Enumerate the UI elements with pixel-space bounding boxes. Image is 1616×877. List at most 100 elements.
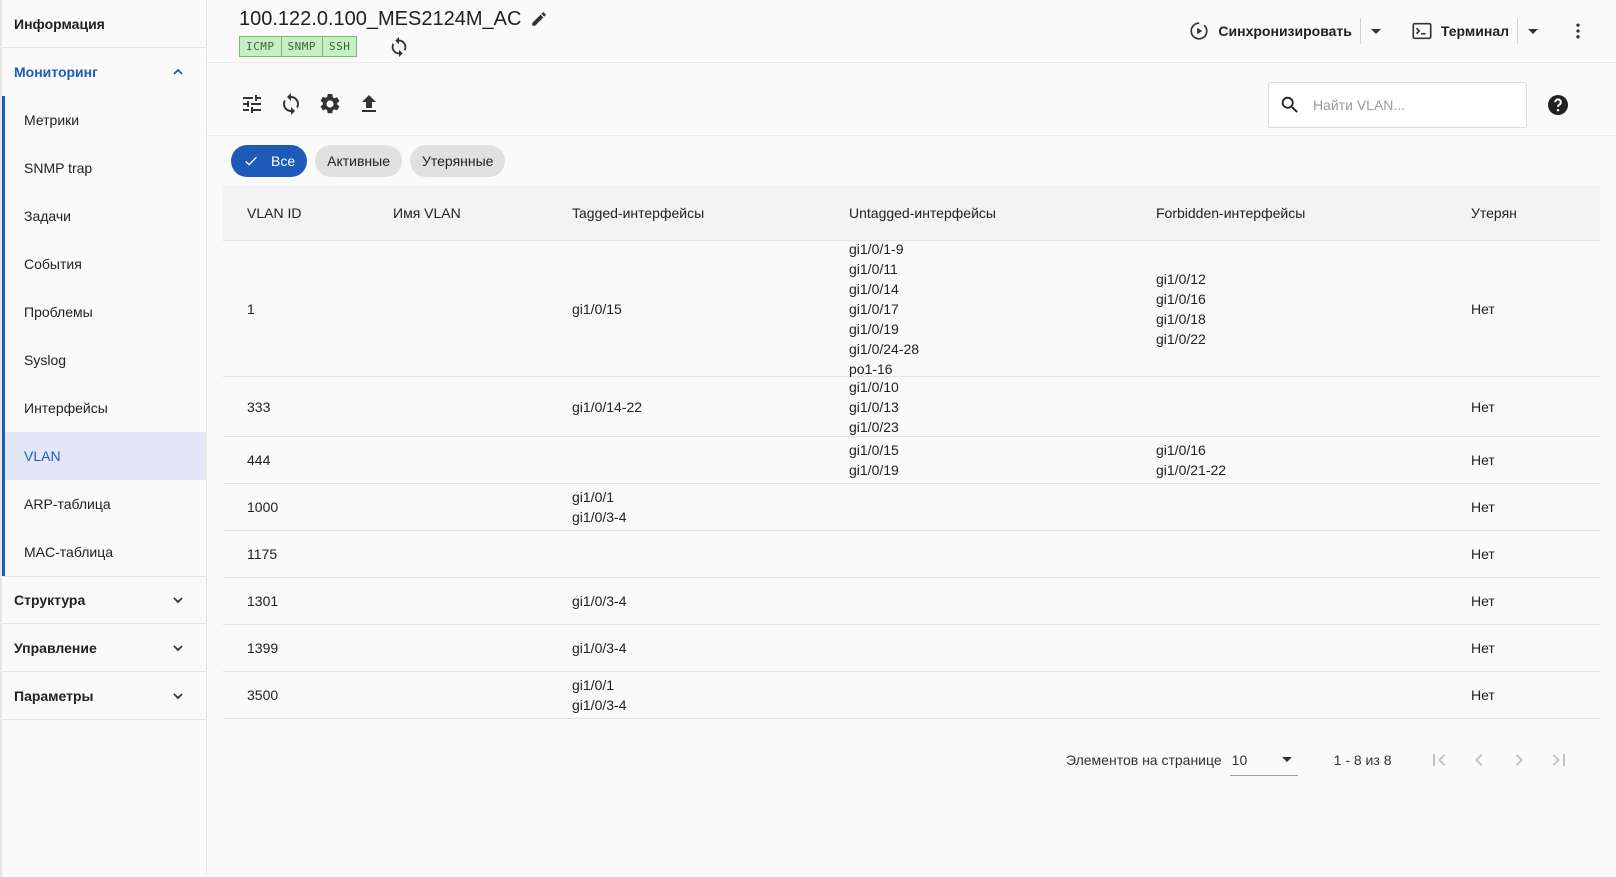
vlan-search-box — [1268, 82, 1527, 128]
cell-tagged: gi1/0/3-4 — [572, 591, 849, 611]
vlan-search-input[interactable] — [1313, 97, 1503, 113]
device-header: 100.122.0.100_MES2124M_AC ICMP SNMP SSH … — [207, 0, 1616, 63]
chevron-down-icon — [173, 644, 183, 651]
cell-vlan-id: 1175 — [247, 546, 278, 562]
sidebar-section-monitoring[interactable]: Мониторинг — [2, 48, 206, 96]
cell-lost: Нет — [1471, 300, 1495, 317]
cell-vlan-id: 1301 — [247, 593, 279, 609]
caret-down-icon — [1370, 28, 1381, 34]
cell-forbidden: gi1/0/16 gi1/0/21-22 — [1156, 440, 1471, 480]
interface-entry: gi1/0/3-4 — [572, 640, 627, 656]
cell-tagged: gi1/0/15 — [572, 299, 849, 319]
column-header-lost[interactable]: Утерян — [1471, 205, 1600, 221]
column-header-tagged[interactable]: Tagged-интерфейсы — [572, 205, 849, 221]
more-vert-icon[interactable] — [1568, 21, 1588, 41]
column-header-forbidden[interactable]: Forbidden-интерфейсы — [1156, 205, 1471, 221]
sidebar-section-structure[interactable]: Структура — [2, 576, 206, 624]
table-row[interactable]: 1 gi1/0/15 gi1/0/1-9 gi1/0/11 gi1/0/14 gi1/0/… — [223, 241, 1600, 377]
table-row[interactable]: 333 gi1/0/14-22 gi1/0/10 gi1/0/13 gi1/0/23 Не… — [223, 377, 1600, 437]
caret-down-icon — [1281, 757, 1292, 762]
vlan-table: VLAN ID Имя VLAN Tagged-интерфейсы Untag… — [223, 186, 1600, 719]
interface-entry: gi1/0/22 — [1156, 330, 1206, 347]
refresh-status-icon[interactable] — [388, 36, 410, 58]
gear-icon[interactable] — [318, 92, 342, 116]
pagination: Элементов на странице 10 1 - 8 из 8 — [1066, 744, 1571, 776]
page-nav — [1427, 748, 1571, 772]
table-row[interactable]: 444 gi1/0/15 gi1/0/19 gi1/0/16 gi1/0/21-22 Не… — [223, 437, 1600, 484]
sidebar-item-arp-таблица[interactable]: ARP-таблица — [5, 480, 206, 528]
sidebar-item-syslog[interactable]: Syslog — [5, 336, 206, 384]
interface-entry: gi1/0/13 — [849, 398, 899, 415]
interface-entry: gi1/0/23 — [849, 418, 899, 435]
first-page-icon[interactable] — [1427, 748, 1451, 772]
table-row[interactable]: 1000 gi1/0/1 gi1/0/3-4 Нет — [223, 484, 1600, 531]
cell-untagged: gi1/0/10 gi1/0/13 gi1/0/23 — [849, 377, 1156, 437]
interface-entry: gi1/0/15 — [849, 442, 899, 458]
edit-icon[interactable] — [530, 10, 548, 28]
table-row[interactable]: 1301 gi1/0/3-4 Нет — [223, 578, 1600, 625]
cell-untagged: gi1/0/1-9 gi1/0/11 gi1/0/14 gi1/0/17 gi1/0/1… — [849, 239, 1156, 379]
sidebar-section-label: Мониторинг — [14, 64, 98, 80]
help-icon[interactable] — [1546, 93, 1570, 117]
cell-lost: Нет — [1471, 499, 1495, 515]
interface-entry: gi1/0/21-22 — [1156, 462, 1227, 478]
terminal-icon — [1412, 22, 1432, 40]
divider — [1517, 18, 1518, 44]
interface-entry: gi1/0/18 — [1156, 310, 1206, 327]
next-page-icon[interactable] — [1507, 748, 1531, 772]
filter-chip-all[interactable]: Все — [231, 145, 308, 177]
sidebar-item-интерфейсы[interactable]: Интерфейсы — [5, 384, 206, 432]
cell-vlan-id: 1399 — [247, 640, 279, 656]
per-page-label: Элементов на странице — [1066, 752, 1222, 768]
terminal-button[interactable]: Терминал — [1411, 20, 1509, 42]
sync-dropdown-toggle[interactable] — [1370, 16, 1387, 46]
sidebar-item-события[interactable]: События — [5, 240, 206, 288]
sidebar-section-management[interactable]: Управление — [2, 624, 206, 672]
sidebar-item-задачи[interactable]: Задачи — [5, 192, 206, 240]
filter-chip-active[interactable]: Активные — [315, 145, 402, 177]
terminal-label: Терминал — [1440, 23, 1509, 39]
cell-lost: Нет — [1471, 452, 1495, 468]
table-body: 1 gi1/0/15 gi1/0/1-9 gi1/0/11 gi1/0/14 gi1/0/… — [223, 241, 1600, 719]
sidebar-section-info[interactable]: Информация — [2, 0, 206, 48]
per-page-select[interactable]: 10 — [1229, 744, 1298, 776]
badge-ssh: SSH — [323, 36, 358, 57]
upload-icon[interactable] — [357, 92, 381, 116]
column-header-vlan-id[interactable]: VLAN ID — [223, 205, 393, 221]
sidebar-item-проблемы[interactable]: Проблемы — [5, 288, 206, 336]
filter-chip-lost[interactable]: Утерянные — [410, 145, 506, 177]
column-header-vlan-name[interactable]: Имя VLAN — [393, 205, 572, 221]
sidebar-item-метрики[interactable]: Метрики — [5, 96, 206, 144]
page-range: 1 - 8 из 8 — [1333, 752, 1392, 768]
per-page-value: 10 — [1231, 751, 1248, 768]
interface-entry: gi1/0/19 — [849, 320, 899, 337]
table-row[interactable]: 3500 gi1/0/1 gi1/0/3-4 Нет — [223, 672, 1600, 719]
interface-entry: gi1/0/16 — [1156, 442, 1206, 458]
monitoring-submenu: Метрики SNMP trap Задачи События Проблемы Sys… — [2, 96, 206, 576]
cell-vlan-id: 3500 — [247, 687, 279, 703]
last-page-icon[interactable] — [1547, 748, 1571, 772]
sidebar-item-mac-таблица[interactable]: MAC-таблица — [5, 528, 206, 576]
sync-play-icon — [1190, 22, 1209, 40]
terminal-dropdown-toggle[interactable] — [1528, 16, 1544, 46]
refresh-icon[interactable] — [279, 92, 303, 116]
column-settings-icon[interactable] — [240, 92, 264, 116]
column-header-untagged[interactable]: Untagged-интерфейсы — [849, 205, 1156, 221]
sidebar-section-parameters[interactable]: Параметры — [2, 672, 206, 720]
interface-entry: po1-16 — [849, 360, 893, 377]
chevron-down-icon — [173, 597, 183, 604]
sync-button[interactable]: Синхронизировать — [1188, 20, 1352, 42]
sidebar-item-vlan[interactable]: VLAN — [5, 432, 206, 480]
cell-tagged: gi1/0/3-4 — [572, 638, 849, 658]
page-title: 100.122.0.100_MES2124M_AC — [239, 8, 522, 30]
interface-entry: gi1/0/12 — [1156, 270, 1206, 287]
chip-label: Активные — [327, 153, 390, 169]
cell-lost: Нет — [1471, 640, 1495, 656]
sidebar-item-snmp-trap[interactable]: SNMP trap — [5, 144, 206, 192]
interface-entry: gi1/0/3-4 — [572, 593, 627, 609]
interface-entry: gi1/0/24-28 — [849, 340, 920, 357]
interface-entry: gi1/0/14 — [849, 280, 899, 297]
previous-page-icon[interactable] — [1467, 748, 1491, 772]
table-row[interactable]: 1175 Нет — [223, 531, 1600, 578]
table-row[interactable]: 1399 gi1/0/3-4 Нет — [223, 625, 1600, 672]
